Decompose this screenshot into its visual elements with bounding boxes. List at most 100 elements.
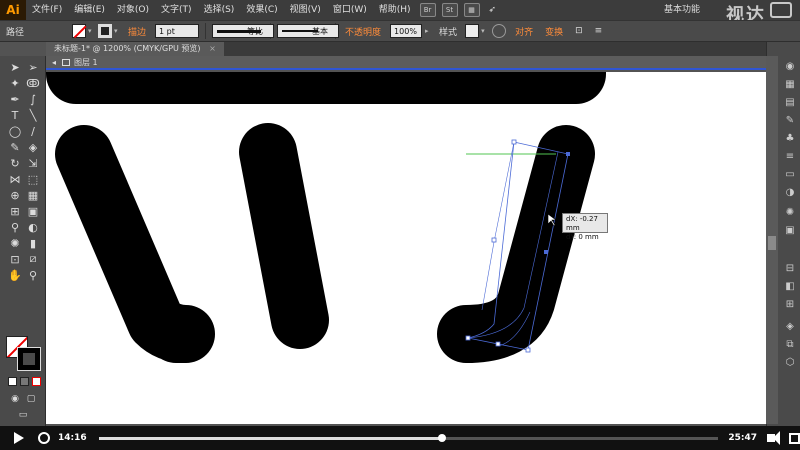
recolor-artwork-icon[interactable] — [492, 24, 507, 38]
artboard-icon[interactable]: ⊡ — [8, 252, 22, 266]
anchor-point[interactable] — [544, 250, 548, 254]
right-j-shape[interactable] — [437, 125, 595, 363]
direct-selection-icon[interactable]: ➢ — [26, 60, 40, 74]
graphic-styles-icon[interactable]: ▣ — [784, 224, 796, 236]
stock-icon[interactable]: St — [441, 3, 458, 17]
menu-window[interactable]: 窗口(W) — [327, 0, 373, 20]
perspective-icon[interactable]: ▦ — [26, 188, 40, 202]
color-panel-icon[interactable]: ◉ — [784, 60, 796, 72]
anchor-point[interactable] — [465, 335, 471, 341]
graph-icon[interactable]: ▮ — [26, 236, 40, 250]
none-mode-button[interactable] — [32, 377, 41, 386]
workspace-switcher[interactable]: 基本功能 — [664, 0, 700, 20]
progress-handle[interactable] — [437, 433, 446, 442]
anchor-point[interactable] — [511, 139, 517, 145]
layers-icon[interactable]: ◈ — [784, 320, 796, 332]
selection-arrow-icon[interactable]: ➤ — [8, 60, 22, 74]
chevron-right-icon[interactable]: ▸ — [425, 27, 433, 35]
curvature-icon[interactable]: ∫ — [26, 92, 40, 106]
replay-icon[interactable] — [38, 432, 50, 444]
menu-view[interactable]: 视图(V) — [284, 0, 327, 20]
menu-help[interactable]: 帮助(H) — [373, 0, 417, 20]
progress-bar[interactable] — [98, 433, 719, 442]
artboards-icon[interactable]: ⧉ — [784, 338, 796, 350]
transform-panel-link[interactable]: 变换 — [539, 25, 569, 38]
gradient-icon[interactable]: ▣ — [26, 204, 40, 218]
bridge-icon[interactable]: Br — [419, 3, 436, 17]
zoom-icon[interactable]: ⚲ — [26, 268, 40, 282]
screen-mode-icon[interactable]: ▭ — [16, 408, 30, 422]
blend-icon[interactable]: ◐ — [26, 220, 40, 234]
gradient-mode-button[interactable] — [20, 377, 29, 386]
play-icon[interactable] — [14, 432, 24, 444]
slice-icon[interactable]: ⧄ — [26, 252, 40, 266]
chevron-down-icon[interactable]: ▾ — [88, 27, 96, 35]
transparency-icon[interactable]: ◑ — [784, 186, 796, 198]
chevron-down-icon[interactable]: ▾ — [481, 27, 489, 35]
anchor-point[interactable] — [525, 347, 531, 353]
stroke-panel-link[interactable]: 描边 — [122, 25, 152, 38]
gpu-rocket-icon[interactable]: ➶ — [483, 0, 503, 20]
lasso-icon[interactable]: ↂ — [26, 76, 40, 90]
draw-mode-icon[interactable]: ◉ — [8, 392, 22, 406]
scrollbar-thumb[interactable] — [768, 236, 776, 250]
stroke-panel-icon[interactable]: ≡ — [784, 150, 796, 162]
pen-icon[interactable]: ✒ — [8, 92, 22, 106]
pathfinder-icon[interactable]: ◧ — [784, 280, 796, 292]
document-tab[interactable]: 未标题-1* @ 1200% (CMYK/GPU 预览) × — [46, 42, 224, 56]
transform-panel-icon[interactable]: ⊞ — [784, 298, 796, 310]
panel-menu-icon[interactable]: ≡ — [589, 26, 609, 36]
rotate-icon[interactable]: ↻ — [8, 156, 22, 170]
menu-edit[interactable]: 编辑(E) — [68, 0, 111, 20]
anchor-point[interactable] — [495, 341, 501, 347]
menu-type[interactable]: 文字(T) — [155, 0, 198, 20]
draw-inside-icon[interactable]: ▢ — [24, 392, 38, 406]
menu-select[interactable]: 选择(S) — [198, 0, 241, 20]
mesh-icon[interactable]: ⊞ — [8, 204, 22, 218]
close-icon[interactable]: × — [209, 44, 216, 53]
fullscreen-icon[interactable] — [789, 432, 800, 444]
artboard-canvas[interactable]: dX: -0.27 mm dY: 0 mm — [46, 72, 766, 424]
appearance-icon[interactable]: ✺ — [784, 206, 796, 218]
stroke-swatch[interactable] — [17, 347, 41, 371]
stroke-weight-field[interactable]: 1 pt — [155, 24, 200, 38]
ellipse-icon[interactable]: ◯ — [8, 124, 22, 138]
graphic-style-swatch[interactable] — [465, 24, 480, 38]
fill-color-swatch[interactable] — [72, 24, 87, 38]
top-bar-shape[interactable] — [46, 72, 606, 104]
brushes-icon[interactable]: ✎ — [784, 114, 796, 126]
gradient-panel-icon[interactable]: ▭ — [784, 168, 796, 180]
arrange-documents-icon[interactable]: ▦ — [463, 3, 480, 17]
chevron-down-icon[interactable]: ▾ — [114, 27, 122, 35]
anchor-point[interactable] — [566, 152, 570, 156]
stroke-color-swatch[interactable] — [98, 24, 113, 38]
menu-object[interactable]: 对象(O) — [111, 0, 155, 20]
isolate-group-icon[interactable]: ⊡ — [569, 26, 589, 36]
paintbrush-icon[interactable]: ∕ — [26, 124, 40, 138]
eraser-icon[interactable]: ◈ — [26, 140, 40, 154]
line-icon[interactable]: ╲ — [26, 108, 40, 122]
menu-file[interactable]: 文件(F) — [26, 0, 68, 20]
eyedropper-icon[interactable]: ⚲ — [8, 220, 22, 234]
middle-stroke-shape[interactable] — [239, 123, 329, 349]
magic-wand-icon[interactable]: ✦ — [8, 76, 22, 90]
left-hook-shape[interactable] — [55, 125, 215, 363]
hand-icon[interactable]: ✋ — [8, 268, 22, 282]
symbols-icon[interactable]: ♣ — [784, 132, 796, 144]
opacity-panel-link[interactable]: 不透明度 — [339, 25, 387, 38]
symbol-sprayer-icon[interactable]: ✺ — [8, 236, 22, 250]
menu-effect[interactable]: 效果(C) — [240, 0, 283, 20]
type-icon[interactable]: T — [8, 108, 22, 122]
anchor-point[interactable] — [491, 237, 497, 243]
links-icon[interactable]: ⬡ — [784, 356, 796, 368]
swatches-icon[interactable]: ▤ — [784, 96, 796, 108]
scale-icon[interactable]: ⇲ — [26, 156, 40, 170]
opacity-field[interactable]: 100% — [390, 24, 423, 38]
free-transform-icon[interactable]: ⬚ — [26, 172, 40, 186]
color-guide-icon[interactable]: ▦ — [784, 78, 796, 90]
shape-builder-icon[interactable]: ⊕ — [8, 188, 22, 202]
vertical-scrollbar[interactable] — [766, 56, 778, 424]
align-panel-icon[interactable]: ⊟ — [784, 262, 796, 274]
width-icon[interactable]: ⋈ — [8, 172, 22, 186]
align-panel-link[interactable]: 对齐 — [509, 25, 539, 38]
